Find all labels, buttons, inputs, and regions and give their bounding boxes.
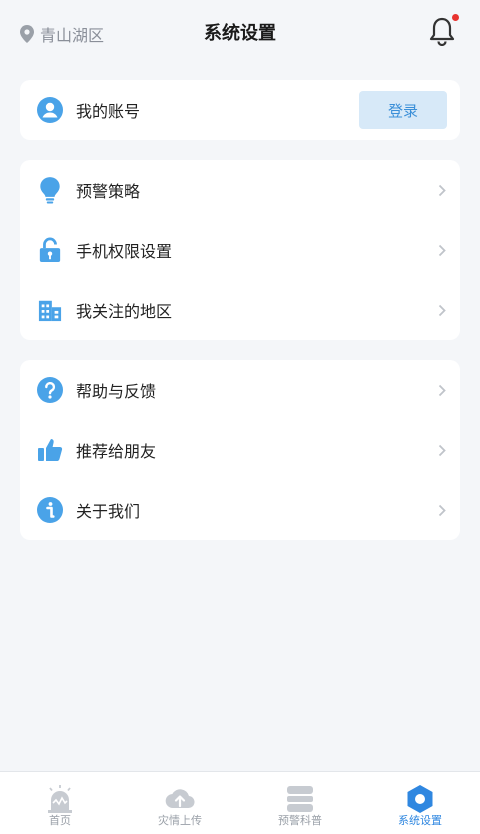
tab-disaster-upload[interactable]: 灾情上传 — [120, 772, 240, 834]
menu-item-followed-regions[interactable]: 我关注的地区 — [20, 280, 460, 340]
menu-item-label: 我关注的地区 — [76, 302, 173, 321]
settings-group-2: 帮助与反馈 推荐给朋友 关于我们 — [20, 360, 460, 540]
building-icon — [37, 297, 63, 323]
cloud-upload-icon — [165, 789, 195, 809]
location-label: 青山湖区 — [40, 26, 105, 45]
chevron-right-icon — [438, 444, 446, 457]
bottom-tab-bar: 首页 灾情上传 预警科普 系统设置 — [0, 771, 480, 834]
menu-item-label: 推荐给朋友 — [76, 442, 157, 461]
menu-item-label: 帮助与反馈 — [76, 382, 157, 401]
tab-label: 系统设置 — [398, 814, 442, 827]
lightbulb-icon — [37, 177, 63, 204]
location-selector[interactable]: 青山湖区 — [20, 22, 104, 46]
menu-item-phone-permissions[interactable]: 手机权限设置 — [20, 220, 460, 280]
info-icon — [37, 497, 63, 523]
header: 青山湖区 系统设置 — [0, 0, 480, 64]
chevron-right-icon — [438, 384, 446, 397]
user-icon — [37, 97, 63, 123]
menu-item-label: 关于我们 — [76, 502, 141, 521]
account-card: 我的账号 登录 — [20, 80, 460, 140]
settings-hexagon-icon — [407, 785, 433, 813]
menu-item-warning-strategy[interactable]: 预警策略 — [20, 160, 460, 220]
menu-item-label: 预警策略 — [76, 182, 141, 201]
bell-icon — [429, 17, 455, 47]
tab-home[interactable]: 首页 — [0, 772, 120, 834]
home-alarm-icon — [48, 785, 72, 813]
tab-warning-education[interactable]: 预警科普 — [240, 772, 360, 834]
settings-group-1: 预警策略 手机权限设置 我关注的地区 — [20, 160, 460, 340]
login-button[interactable]: 登录 — [359, 91, 447, 129]
location-pin-icon — [20, 25, 34, 43]
tab-label: 灾情上传 — [158, 814, 202, 827]
menu-item-about-us[interactable]: 关于我们 — [20, 480, 460, 540]
tab-system-settings[interactable]: 系统设置 — [360, 772, 480, 834]
account-row: 我的账号 登录 — [20, 80, 460, 140]
question-icon — [37, 377, 63, 403]
chevron-right-icon — [438, 184, 446, 197]
chevron-right-icon — [438, 504, 446, 517]
unlock-icon — [37, 237, 63, 263]
menu-item-label: 手机权限设置 — [76, 242, 173, 261]
notifications-button[interactable] — [428, 14, 459, 47]
chevron-right-icon — [438, 244, 446, 257]
layers-icon — [287, 786, 313, 812]
tab-label: 首页 — [49, 814, 71, 827]
notification-badge — [452, 14, 459, 21]
tab-label: 预警科普 — [278, 814, 322, 827]
chevron-right-icon — [438, 304, 446, 317]
page-title: 系统设置 — [204, 23, 276, 44]
menu-item-recommend[interactable]: 推荐给朋友 — [20, 420, 460, 480]
account-label: 我的账号 — [76, 102, 141, 121]
thumbs-up-icon — [37, 437, 63, 463]
menu-item-help-feedback[interactable]: 帮助与反馈 — [20, 360, 460, 420]
